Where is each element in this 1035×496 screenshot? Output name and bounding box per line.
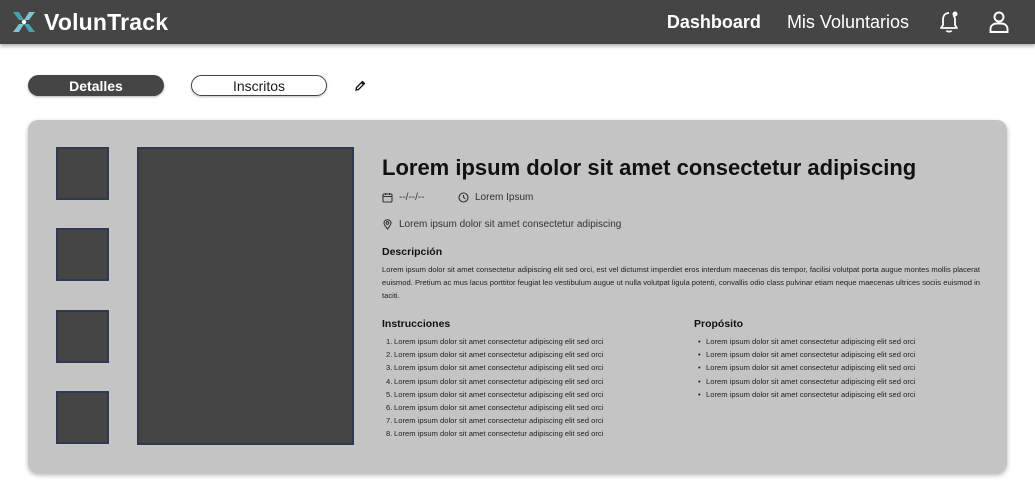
top-navbar: VolunTrack Dashboard Mis Voluntarios [0,0,1035,44]
brand[interactable]: VolunTrack [10,8,168,36]
nav-item-dashboard[interactable]: Dashboard [667,12,761,33]
user-icon [989,11,1009,33]
gallery-thumbnail[interactable] [56,228,109,281]
instruction-item: 3. Lorem ipsum dolor sit amet consectetur… [386,363,604,373]
purpose-item: • Lorem ipsum dolor sit amet consectetur … [698,376,916,386]
calendar-icon [382,193,393,203]
nav-item-mis-voluntarios[interactable]: Mis Voluntarios [787,12,909,33]
purpose-item: • Lorem ipsum dolor sit amet consectetur … [698,389,916,399]
event-location: Lorem ipsum dolor sit amet consectetur a… [382,219,621,230]
description-heading: Descripción [382,246,443,258]
gallery-thumbnail[interactable] [56,310,109,363]
pencil-icon [355,80,366,91]
profile-button[interactable] [987,10,1011,34]
purpose-item: • Lorem ipsum dolor sit amet consectetur … [698,337,916,346]
event-detail-card: Lorem ipsum dolor sit amet consectetur a… [28,120,1007,473]
instruction-item: 4. Lorem ipsum dolor sit amet consectetur… [386,376,604,386]
instructions-list: 1. Lorem ipsum dolor sit amet consectetur… [386,335,603,441]
event-time-value: Lorem Ipsum [475,192,534,203]
description-text: Lorem ipsum dolor sit amet consectetur a… [382,265,980,300]
event-date: --/--/-- [382,192,425,203]
gallery-thumbnail[interactable] [56,391,109,444]
instructions-heading: Instrucciones [382,318,451,330]
event-time: Lorem Ipsum [458,192,533,203]
instruction-item: 6. Lorem ipsum dolor sit amet consectetur… [386,403,604,413]
notifications-button[interactable] [937,10,961,34]
gallery-thumbnail[interactable] [56,147,109,200]
purpose-item: • Lorem ipsum dolor sit amet consectetur … [698,363,916,373]
tab-detalles[interactable]: Detalles [28,75,164,96]
instruction-item: 1. Lorem ipsum dolor sit amet consectetur… [386,337,604,346]
edit-button[interactable] [353,79,367,93]
instruction-item: 7. Lorem ipsum dolor sit amet consectetur… [386,416,604,426]
instruction-item: 8. Lorem ipsum dolor sit amet consectetur… [386,429,604,439]
main-image [137,147,354,445]
event-title: Lorem ipsum dolor sit amet consectetur a… [382,155,917,180]
purpose-list: • Lorem ipsum dolor sit amet consectetur … [698,335,915,401]
brand-name: VolunTrack [44,8,169,35]
event-date-value: --/--/-- [399,192,425,203]
nav-links: Dashboard Mis Voluntarios [667,0,1035,44]
location-pin-icon [383,219,392,230]
instruction-item: 2. Lorem ipsum dolor sit amet consectetur… [386,350,604,360]
voluntrack-logo-icon [13,12,35,32]
bell-icon [940,11,958,33]
purpose-heading: Propósito [694,318,743,330]
instruction-item: 5. Lorem ipsum dolor sit amet consectetur… [386,389,604,399]
tab-inscritos[interactable]: Inscritos [191,75,327,96]
event-location-value: Lorem ipsum dolor sit amet consectetur a… [399,219,622,230]
purpose-item: • Lorem ipsum dolor sit amet consectetur … [698,350,916,360]
clock-icon [458,192,469,203]
